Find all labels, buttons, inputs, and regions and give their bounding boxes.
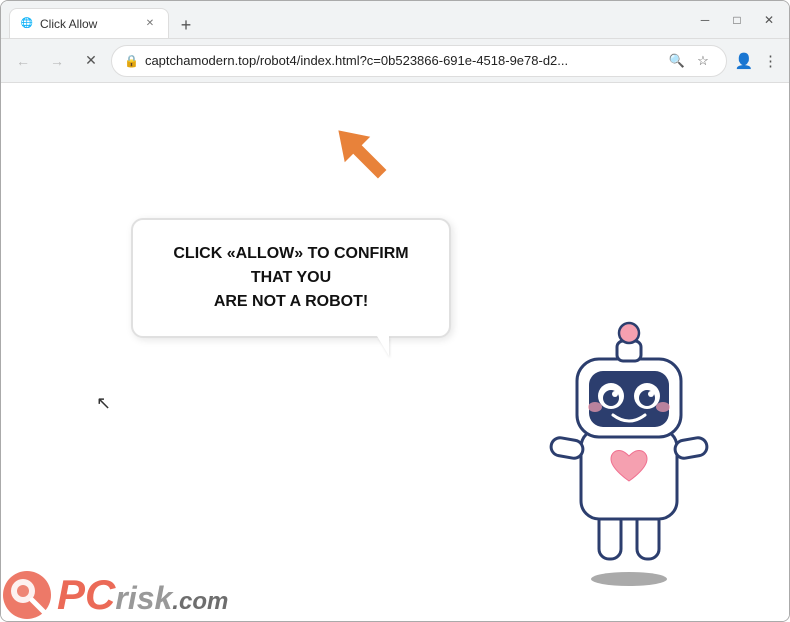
- minimize-button[interactable]: ─: [693, 8, 717, 32]
- toolbar: ← → ✕ 🔒 captchamodern.top/robot4/index.h…: [1, 39, 789, 83]
- tab-close-button[interactable]: ✕: [142, 16, 158, 32]
- back-button[interactable]: ←: [9, 47, 37, 75]
- maximize-button[interactable]: □: [725, 8, 749, 32]
- page-content: CLICK «ALLOW» TO CONFIRM THAT YOU ARE NO…: [1, 83, 789, 621]
- pcrisk-logo-text: PC risk .com: [57, 574, 228, 616]
- forward-button[interactable]: →: [43, 47, 71, 75]
- reload-button[interactable]: ✕: [77, 47, 105, 75]
- mouse-cursor: ↖: [96, 393, 111, 414]
- window-controls: ─ □ ✕: [693, 8, 781, 32]
- toolbar-actions: 👤 ⋮: [733, 50, 781, 72]
- title-bar: 🌐 Click Allow ✕ + ─ □ ✕: [1, 1, 789, 39]
- new-tab-button[interactable]: +: [173, 12, 199, 38]
- browser-window: 🌐 Click Allow ✕ + ─ □ ✕ ← → ✕ 🔒 captcham…: [0, 0, 790, 622]
- tab-strip: 🌐 Click Allow ✕ +: [9, 1, 693, 38]
- url-text: captchamodern.top/robot4/index.html?c=0b…: [145, 53, 660, 68]
- speech-bubble: CLICK «ALLOW» TO CONFIRM THAT YOU ARE NO…: [131, 218, 451, 338]
- lock-icon: 🔒: [124, 54, 139, 68]
- robot-character: [529, 311, 729, 591]
- search-icon-btn[interactable]: 🔍: [666, 50, 688, 72]
- active-tab[interactable]: 🌐 Click Allow ✕: [9, 8, 169, 38]
- bookmark-icon-btn[interactable]: ☆: [692, 50, 714, 72]
- address-bar[interactable]: 🔒 captchamodern.top/robot4/index.html?c=…: [111, 45, 727, 77]
- profile-button[interactable]: 👤: [733, 50, 755, 72]
- menu-button[interactable]: ⋮: [759, 50, 781, 72]
- bubble-text: CLICK «ALLOW» TO CONFIRM THAT YOU ARE NO…: [161, 242, 421, 314]
- address-actions: 🔍 ☆: [666, 50, 714, 72]
- tab-title: Click Allow: [40, 17, 136, 31]
- close-button[interactable]: ✕: [757, 8, 781, 32]
- tab-favicon: 🌐: [20, 17, 34, 31]
- pcrisk-watermark: PC risk .com: [1, 569, 228, 621]
